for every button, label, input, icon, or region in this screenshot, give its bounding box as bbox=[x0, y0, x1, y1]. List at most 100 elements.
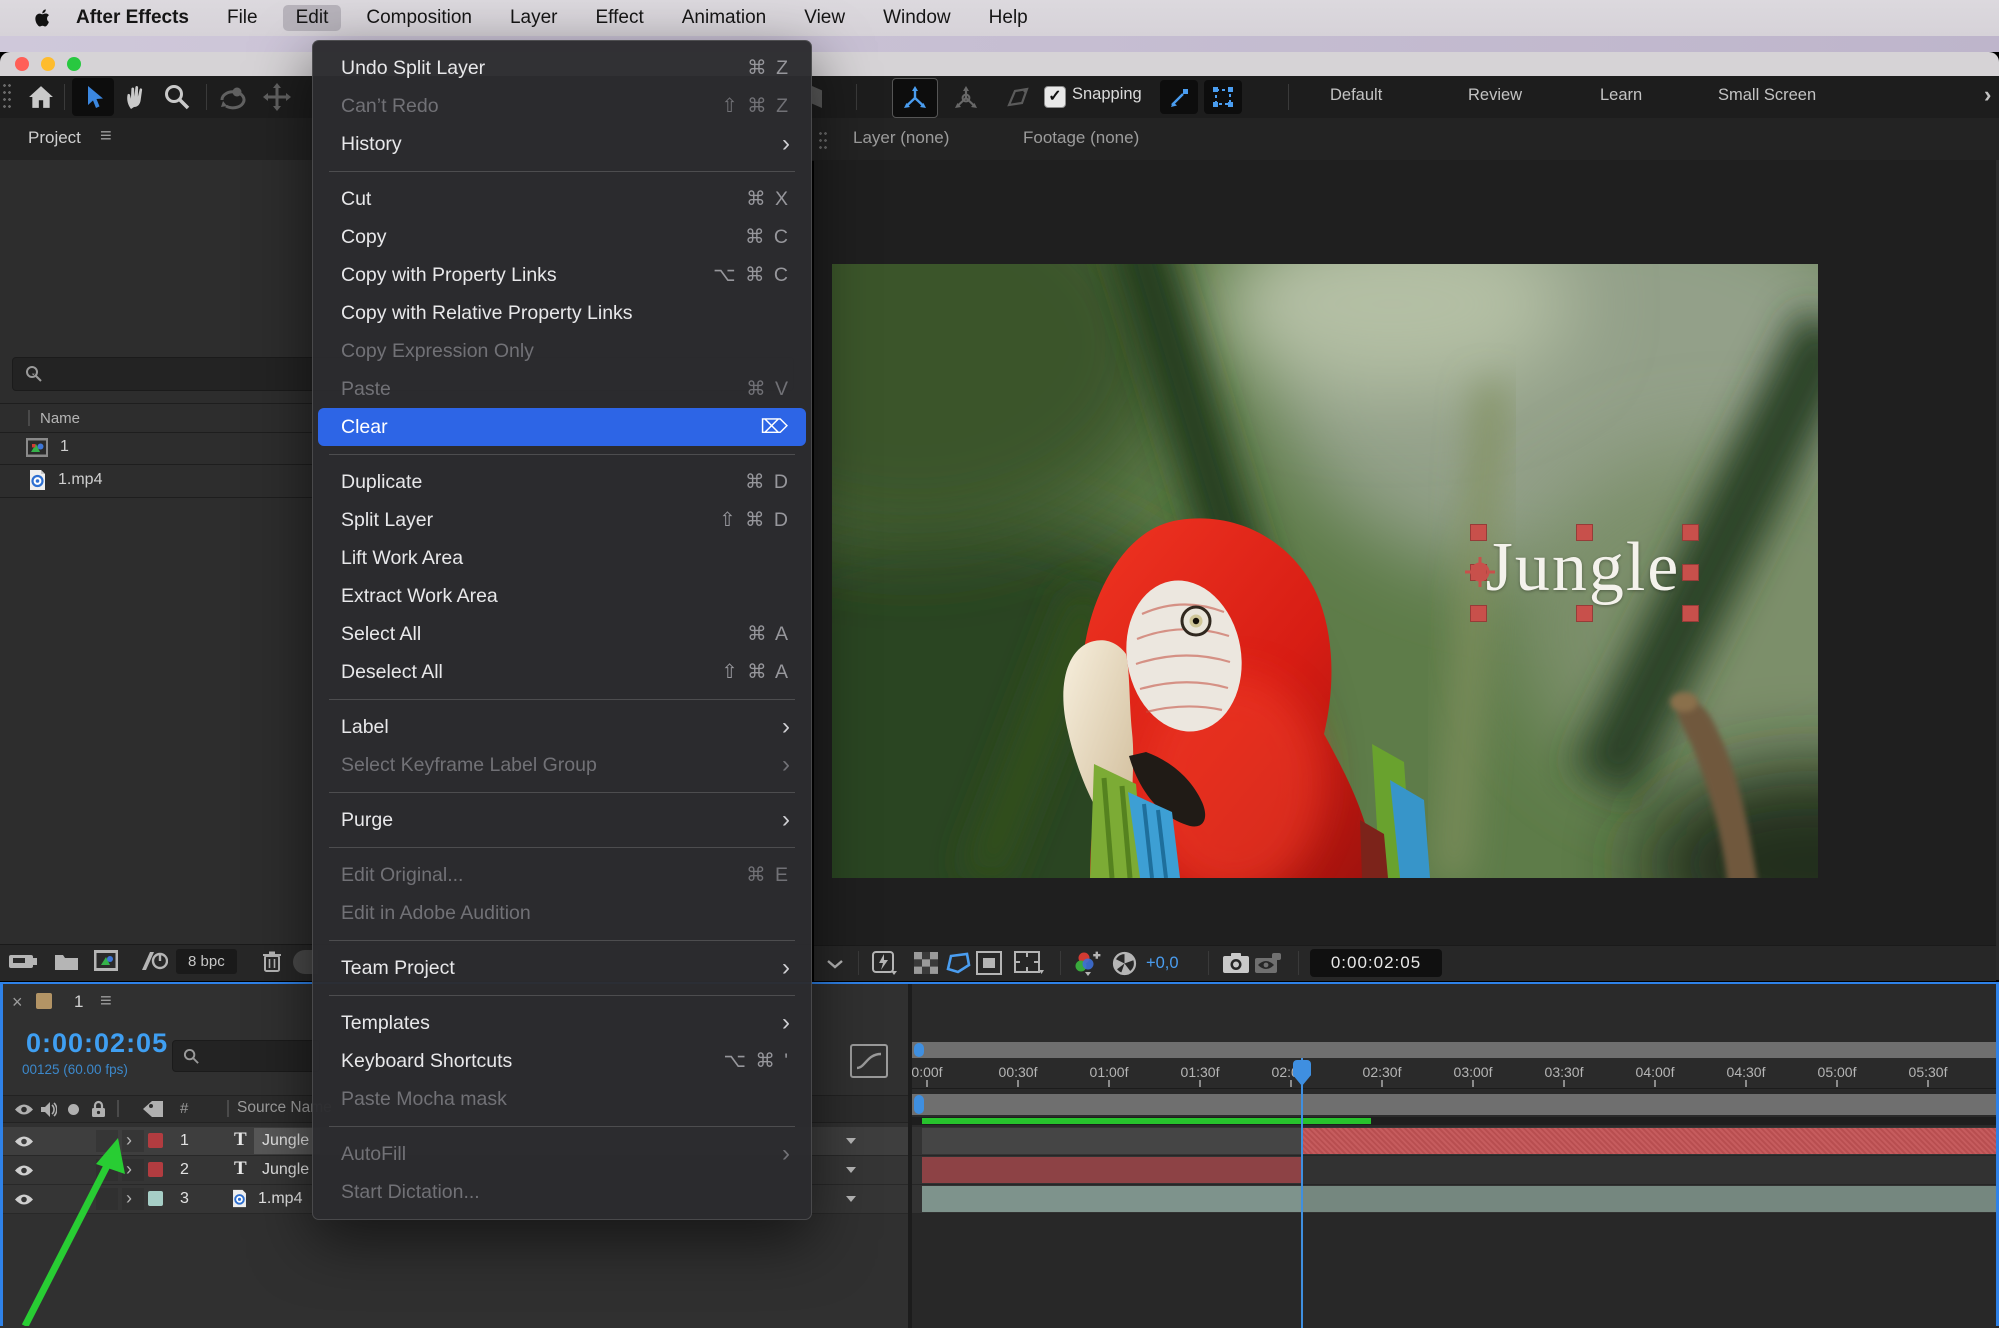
menubar-item-edit[interactable]: Edit bbox=[283, 5, 342, 31]
menubar-item-layer[interactable]: Layer bbox=[510, 5, 558, 31]
transparency-grid-icon[interactable] bbox=[914, 952, 938, 974]
menubar-item-window[interactable]: Window bbox=[883, 5, 951, 31]
navigator-start-handle[interactable] bbox=[914, 1043, 924, 1057]
selection-handle[interactable] bbox=[1682, 524, 1699, 541]
rotate-tool-button[interactable] bbox=[214, 82, 252, 112]
fast-preview-icon[interactable] bbox=[872, 951, 898, 975]
safe-margins-icon[interactable] bbox=[1014, 951, 1044, 975]
timeline-panel-menu-icon[interactable]: ≡ bbox=[100, 990, 112, 1013]
parent-dropdown-icon[interactable] bbox=[846, 1196, 856, 1202]
menu-item-undo-split-layer[interactable]: Undo Split Layer⌘ Z bbox=[318, 49, 806, 87]
menubar-item-effect[interactable]: Effect bbox=[596, 5, 644, 31]
timeline-comp-tab[interactable]: 1 bbox=[74, 992, 83, 1012]
pan-behind-tool-button[interactable] bbox=[260, 82, 294, 112]
menubar-item-animation[interactable]: Animation bbox=[682, 5, 767, 31]
pen-tool-partial-icon[interactable] bbox=[812, 86, 822, 108]
workspace-learn[interactable]: Learn bbox=[1600, 86, 1642, 105]
work-area-start-handle[interactable] bbox=[914, 1095, 924, 1114]
layer-name[interactable]: Jungle bbox=[262, 1161, 309, 1179]
graph-editor-icon[interactable] bbox=[850, 1044, 888, 1078]
guides-options-icon[interactable] bbox=[976, 951, 1002, 975]
menu-item-clear[interactable]: Clear⌦ bbox=[318, 408, 806, 446]
video-eye-icon[interactable] bbox=[14, 1103, 34, 1116]
layer-label-color[interactable] bbox=[148, 1162, 163, 1177]
workspace-default[interactable]: Default bbox=[1330, 86, 1382, 105]
menu-item-deselect-all[interactable]: Deselect All⇧ ⌘ A bbox=[318, 653, 806, 691]
menu-item-keyboard-shortcuts[interactable]: Keyboard Shortcuts⌥ ⌘ ' bbox=[318, 1042, 806, 1080]
playhead-line[interactable] bbox=[1301, 1058, 1303, 1328]
work-area-bar[interactable] bbox=[912, 1094, 1999, 1115]
region-of-interest-icon[interactable] bbox=[944, 951, 972, 975]
layer-name[interactable]: Jungle bbox=[262, 1132, 309, 1150]
layer-label-color[interactable] bbox=[148, 1191, 163, 1206]
menu-item-split-layer[interactable]: Split Layer⇧ ⌘ D bbox=[318, 501, 806, 539]
axis-mode-world-button[interactable] bbox=[944, 80, 988, 116]
selection-tool-button[interactable] bbox=[72, 78, 114, 116]
layer-name[interactable]: 1.mp4 bbox=[258, 1190, 302, 1208]
layer-bar-3-right[interactable] bbox=[1302, 1186, 1999, 1212]
parent-dropdown-icon[interactable] bbox=[846, 1138, 856, 1144]
menubar-item-view[interactable]: View bbox=[804, 5, 845, 31]
channels-icon[interactable] bbox=[1074, 950, 1102, 976]
workspace-small-screen[interactable]: Small Screen bbox=[1718, 86, 1816, 105]
menu-item-extract-work-area[interactable]: Extract Work Area bbox=[318, 577, 806, 615]
timeline-ruler[interactable]: 0:00f 00:30f 01:00f 01:30f 02:00f 02:30f… bbox=[912, 1058, 1999, 1089]
selection-handle[interactable] bbox=[1470, 524, 1487, 541]
axis-mode-local-button[interactable] bbox=[892, 78, 938, 118]
panel-grip[interactable] bbox=[2, 82, 11, 112]
anchor-point-icon[interactable] bbox=[1465, 557, 1495, 587]
magnification-dropdown-icon[interactable] bbox=[826, 959, 844, 969]
close-window-button[interactable] bbox=[15, 57, 29, 71]
menubar-item-file[interactable]: File bbox=[227, 5, 258, 31]
selection-handle[interactable] bbox=[1576, 605, 1593, 622]
menubar-item-help[interactable]: Help bbox=[989, 5, 1028, 31]
solo-icon[interactable] bbox=[68, 1104, 79, 1115]
timeline-current-timecode[interactable]: 0:00:02:05 bbox=[26, 1028, 168, 1059]
column-hash[interactable]: # bbox=[180, 1100, 188, 1117]
selection-handle[interactable] bbox=[1682, 605, 1699, 622]
column-header-name[interactable]: Name bbox=[40, 410, 80, 427]
viewer-panel-grip[interactable] bbox=[818, 130, 827, 150]
snap-bounding-box-button[interactable] bbox=[1204, 80, 1242, 114]
menu-item-select-all[interactable]: Select All⌘ A bbox=[318, 615, 806, 653]
parent-dropdown-icon[interactable] bbox=[846, 1167, 856, 1173]
exposure-value[interactable]: +0,0 bbox=[1146, 954, 1179, 973]
new-folder-icon[interactable] bbox=[54, 951, 79, 971]
lock-icon[interactable] bbox=[91, 1100, 106, 1118]
snapshot-camera-icon[interactable] bbox=[1222, 952, 1250, 974]
selection-handle[interactable] bbox=[1576, 524, 1593, 541]
menu-item-team-project[interactable]: Team Project› bbox=[318, 949, 806, 987]
menu-item-copy[interactable]: Copy⌘ C bbox=[318, 218, 806, 256]
minimize-window-button[interactable] bbox=[41, 57, 55, 71]
show-snapshot-icon[interactable] bbox=[1254, 952, 1282, 974]
zoom-tool-button[interactable] bbox=[160, 82, 194, 112]
apple-logo-icon[interactable] bbox=[34, 7, 54, 29]
tab-project[interactable]: Project bbox=[28, 128, 81, 148]
viewer-timecode[interactable]: 0:00:02:05 bbox=[1310, 949, 1442, 977]
snap-guides-button[interactable] bbox=[1160, 80, 1198, 114]
workspace-review[interactable]: Review bbox=[1468, 86, 1522, 105]
hand-tool-button[interactable] bbox=[120, 82, 154, 112]
bit-depth-button[interactable]: 8 bpc bbox=[176, 949, 237, 974]
snapping-checkbox[interactable]: ✓ bbox=[1044, 86, 1066, 108]
selection-handle[interactable] bbox=[1682, 564, 1699, 581]
zoom-window-button[interactable] bbox=[67, 57, 81, 71]
layer-bar-1[interactable] bbox=[1302, 1128, 1999, 1154]
home-tool-button[interactable] bbox=[24, 84, 58, 110]
timeline-search-input[interactable] bbox=[172, 1040, 320, 1072]
workspace-overflow-chevron[interactable]: › bbox=[1984, 82, 1991, 108]
selection-handle[interactable] bbox=[1470, 605, 1487, 622]
layer-bar-2[interactable] bbox=[922, 1157, 1302, 1183]
close-timeline-tab-icon[interactable]: × bbox=[12, 992, 23, 1013]
axis-mode-view-button[interactable] bbox=[996, 80, 1040, 116]
menu-item-history[interactable]: History› bbox=[318, 125, 806, 163]
layer-label-color[interactable] bbox=[148, 1133, 163, 1148]
tab-footage-viewer[interactable]: Footage (none) bbox=[1023, 128, 1139, 148]
exposure-icon[interactable] bbox=[1112, 951, 1137, 976]
menu-item-copy-with-property-links[interactable]: Copy with Property Links⌥ ⌘ C bbox=[318, 256, 806, 294]
menubar-item-composition[interactable]: Composition bbox=[366, 5, 472, 31]
timeline-navigator-bar[interactable] bbox=[912, 1042, 1999, 1058]
menu-item-cut[interactable]: Cut⌘ X bbox=[318, 180, 806, 218]
app-name[interactable]: After Effects bbox=[76, 7, 189, 29]
interpret-footage-icon[interactable] bbox=[8, 951, 38, 973]
